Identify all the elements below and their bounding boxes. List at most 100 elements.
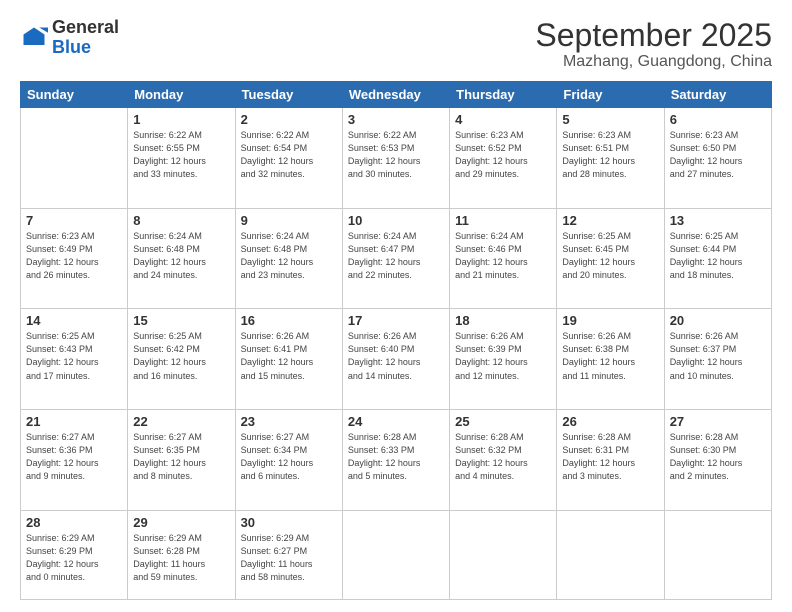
week-row-4: 21Sunrise: 6:27 AM Sunset: 6:36 PM Dayli…	[21, 409, 772, 510]
weekday-header-saturday: Saturday	[664, 82, 771, 108]
calendar-cell: 23Sunrise: 6:27 AM Sunset: 6:34 PM Dayli…	[235, 409, 342, 510]
calendar-cell: 16Sunrise: 6:26 AM Sunset: 6:41 PM Dayli…	[235, 309, 342, 410]
week-row-2: 7 Sunrise: 6:23 AM Sunset: 6:49 PM Daylig…	[21, 208, 772, 309]
day-info: Sunrise: 6:28 AM Sunset: 6:33 PM Dayligh…	[348, 431, 444, 483]
day-info: Sunrise: 6:29 AM Sunset: 6:29 PM Dayligh…	[26, 532, 122, 584]
logo-line2: Blue	[52, 38, 119, 58]
weekday-header-sunday: Sunday	[21, 82, 128, 108]
day-number: 12	[562, 213, 658, 228]
title-block: September 2025 Mazhang, Guangdong, China	[535, 18, 772, 71]
day-number: 8	[133, 213, 229, 228]
weekday-header-row: SundayMondayTuesdayWednesdayThursdayFrid…	[21, 82, 772, 108]
day-info: Sunrise: 6:23 AM Sunset: 6:49 PM Dayligh…	[26, 230, 122, 282]
calendar-cell: 21Sunrise: 6:27 AM Sunset: 6:36 PM Dayli…	[21, 409, 128, 510]
calendar-cell: 24 Sunrise: 6:28 AM Sunset: 6:33 PM Dayli…	[342, 409, 449, 510]
day-info: Sunrise: 6:23 AM Sunset: 6:52 PM Dayligh…	[455, 129, 551, 181]
day-info: Sunrise: 6:22 AM Sunset: 6:55 PM Dayligh…	[133, 129, 229, 181]
day-info: Sunrise: 6:22 AM Sunset: 6:53 PM Dayligh…	[348, 129, 444, 181]
calendar-cell: 17 Sunrise: 6:26 AM Sunset: 6:40 PM Dayli…	[342, 309, 449, 410]
day-number: 7	[26, 213, 122, 228]
day-info: Sunrise: 6:29 AM Sunset: 6:28 PM Dayligh…	[133, 532, 229, 584]
week-row-3: 14 Sunrise: 6:25 AM Sunset: 6:43 PM Dayli…	[21, 309, 772, 410]
page: General Blue September 2025 Mazhang, Gua…	[0, 0, 792, 612]
calendar-table: SundayMondayTuesdayWednesdayThursdayFrid…	[20, 81, 772, 600]
logo-text: General Blue	[52, 18, 119, 58]
location-title: Mazhang, Guangdong, China	[535, 53, 772, 71]
calendar-cell: 15 Sunrise: 6:25 AM Sunset: 6:42 PM Dayli…	[128, 309, 235, 410]
day-number: 22	[133, 414, 229, 429]
calendar-cell: 12 Sunrise: 6:25 AM Sunset: 6:45 PM Dayli…	[557, 208, 664, 309]
logo: General Blue	[20, 18, 119, 58]
day-info: Sunrise: 6:28 AM Sunset: 6:32 PM Dayligh…	[455, 431, 551, 483]
day-info: Sunrise: 6:28 AM Sunset: 6:30 PM Dayligh…	[670, 431, 766, 483]
day-number: 15	[133, 313, 229, 328]
day-number: 13	[670, 213, 766, 228]
week-row-1: 1 Sunrise: 6:22 AM Sunset: 6:55 PM Daylig…	[21, 108, 772, 209]
day-number: 17	[348, 313, 444, 328]
day-number: 29	[133, 515, 229, 530]
calendar-cell: 28 Sunrise: 6:29 AM Sunset: 6:29 PM Dayli…	[21, 510, 128, 599]
day-number: 18	[455, 313, 551, 328]
calendar-cell: 8Sunrise: 6:24 AM Sunset: 6:48 PM Daylig…	[128, 208, 235, 309]
calendar-cell: 19Sunrise: 6:26 AM Sunset: 6:38 PM Dayli…	[557, 309, 664, 410]
day-number: 24	[348, 414, 444, 429]
day-info: Sunrise: 6:25 AM Sunset: 6:45 PM Dayligh…	[562, 230, 658, 282]
logo-icon	[20, 24, 48, 52]
day-info: Sunrise: 6:24 AM Sunset: 6:47 PM Dayligh…	[348, 230, 444, 282]
day-number: 9	[241, 213, 337, 228]
day-info: Sunrise: 6:22 AM Sunset: 6:54 PM Dayligh…	[241, 129, 337, 181]
day-info: Sunrise: 6:29 AM Sunset: 6:27 PM Dayligh…	[241, 532, 337, 584]
day-number: 16	[241, 313, 337, 328]
week-row-5: 28 Sunrise: 6:29 AM Sunset: 6:29 PM Dayli…	[21, 510, 772, 599]
day-number: 14	[26, 313, 122, 328]
day-number: 20	[670, 313, 766, 328]
calendar-cell: 2 Sunrise: 6:22 AM Sunset: 6:54 PM Daylig…	[235, 108, 342, 209]
calendar-cell	[557, 510, 664, 599]
day-number: 25	[455, 414, 551, 429]
calendar-cell	[342, 510, 449, 599]
day-number: 21	[26, 414, 122, 429]
day-info: Sunrise: 6:24 AM Sunset: 6:46 PM Dayligh…	[455, 230, 551, 282]
calendar-cell: 4Sunrise: 6:23 AM Sunset: 6:52 PM Daylig…	[450, 108, 557, 209]
day-number: 1	[133, 112, 229, 127]
calendar-cell: 30 Sunrise: 6:29 AM Sunset: 6:27 PM Dayli…	[235, 510, 342, 599]
day-number: 5	[562, 112, 658, 127]
calendar-cell: 10 Sunrise: 6:24 AM Sunset: 6:47 PM Dayli…	[342, 208, 449, 309]
day-number: 30	[241, 515, 337, 530]
calendar-cell	[21, 108, 128, 209]
day-number: 28	[26, 515, 122, 530]
weekday-header-monday: Monday	[128, 82, 235, 108]
calendar-cell: 27 Sunrise: 6:28 AM Sunset: 6:30 PM Dayli…	[664, 409, 771, 510]
day-info: Sunrise: 6:28 AM Sunset: 6:31 PM Dayligh…	[562, 431, 658, 483]
day-number: 10	[348, 213, 444, 228]
calendar-cell: 5Sunrise: 6:23 AM Sunset: 6:51 PM Daylig…	[557, 108, 664, 209]
day-info: Sunrise: 6:25 AM Sunset: 6:43 PM Dayligh…	[26, 330, 122, 382]
day-info: Sunrise: 6:26 AM Sunset: 6:39 PM Dayligh…	[455, 330, 551, 382]
weekday-header-friday: Friday	[557, 82, 664, 108]
day-number: 2	[241, 112, 337, 127]
calendar-cell: 1 Sunrise: 6:22 AM Sunset: 6:55 PM Daylig…	[128, 108, 235, 209]
calendar-cell: 22 Sunrise: 6:27 AM Sunset: 6:35 PM Dayli…	[128, 409, 235, 510]
day-info: Sunrise: 6:27 AM Sunset: 6:35 PM Dayligh…	[133, 431, 229, 483]
calendar-cell: 11 Sunrise: 6:24 AM Sunset: 6:46 PM Dayli…	[450, 208, 557, 309]
calendar-cell: 3 Sunrise: 6:22 AM Sunset: 6:53 PM Daylig…	[342, 108, 449, 209]
day-info: Sunrise: 6:27 AM Sunset: 6:34 PM Dayligh…	[241, 431, 337, 483]
day-number: 3	[348, 112, 444, 127]
header: General Blue September 2025 Mazhang, Gua…	[20, 18, 772, 71]
day-info: Sunrise: 6:25 AM Sunset: 6:42 PM Dayligh…	[133, 330, 229, 382]
calendar-cell: 20Sunrise: 6:26 AM Sunset: 6:37 PM Dayli…	[664, 309, 771, 410]
calendar-cell: 29 Sunrise: 6:29 AM Sunset: 6:28 PM Dayli…	[128, 510, 235, 599]
day-info: Sunrise: 6:23 AM Sunset: 6:50 PM Dayligh…	[670, 129, 766, 181]
month-title: September 2025	[535, 18, 772, 53]
day-info: Sunrise: 6:26 AM Sunset: 6:40 PM Dayligh…	[348, 330, 444, 382]
weekday-header-wednesday: Wednesday	[342, 82, 449, 108]
day-number: 27	[670, 414, 766, 429]
day-info: Sunrise: 6:26 AM Sunset: 6:38 PM Dayligh…	[562, 330, 658, 382]
calendar-cell: 18 Sunrise: 6:26 AM Sunset: 6:39 PM Dayli…	[450, 309, 557, 410]
logo-line1: General	[52, 18, 119, 38]
day-info: Sunrise: 6:25 AM Sunset: 6:44 PM Dayligh…	[670, 230, 766, 282]
calendar-cell: 14 Sunrise: 6:25 AM Sunset: 6:43 PM Dayli…	[21, 309, 128, 410]
day-number: 11	[455, 213, 551, 228]
calendar-cell: 25 Sunrise: 6:28 AM Sunset: 6:32 PM Dayli…	[450, 409, 557, 510]
calendar-cell: 9Sunrise: 6:24 AM Sunset: 6:48 PM Daylig…	[235, 208, 342, 309]
